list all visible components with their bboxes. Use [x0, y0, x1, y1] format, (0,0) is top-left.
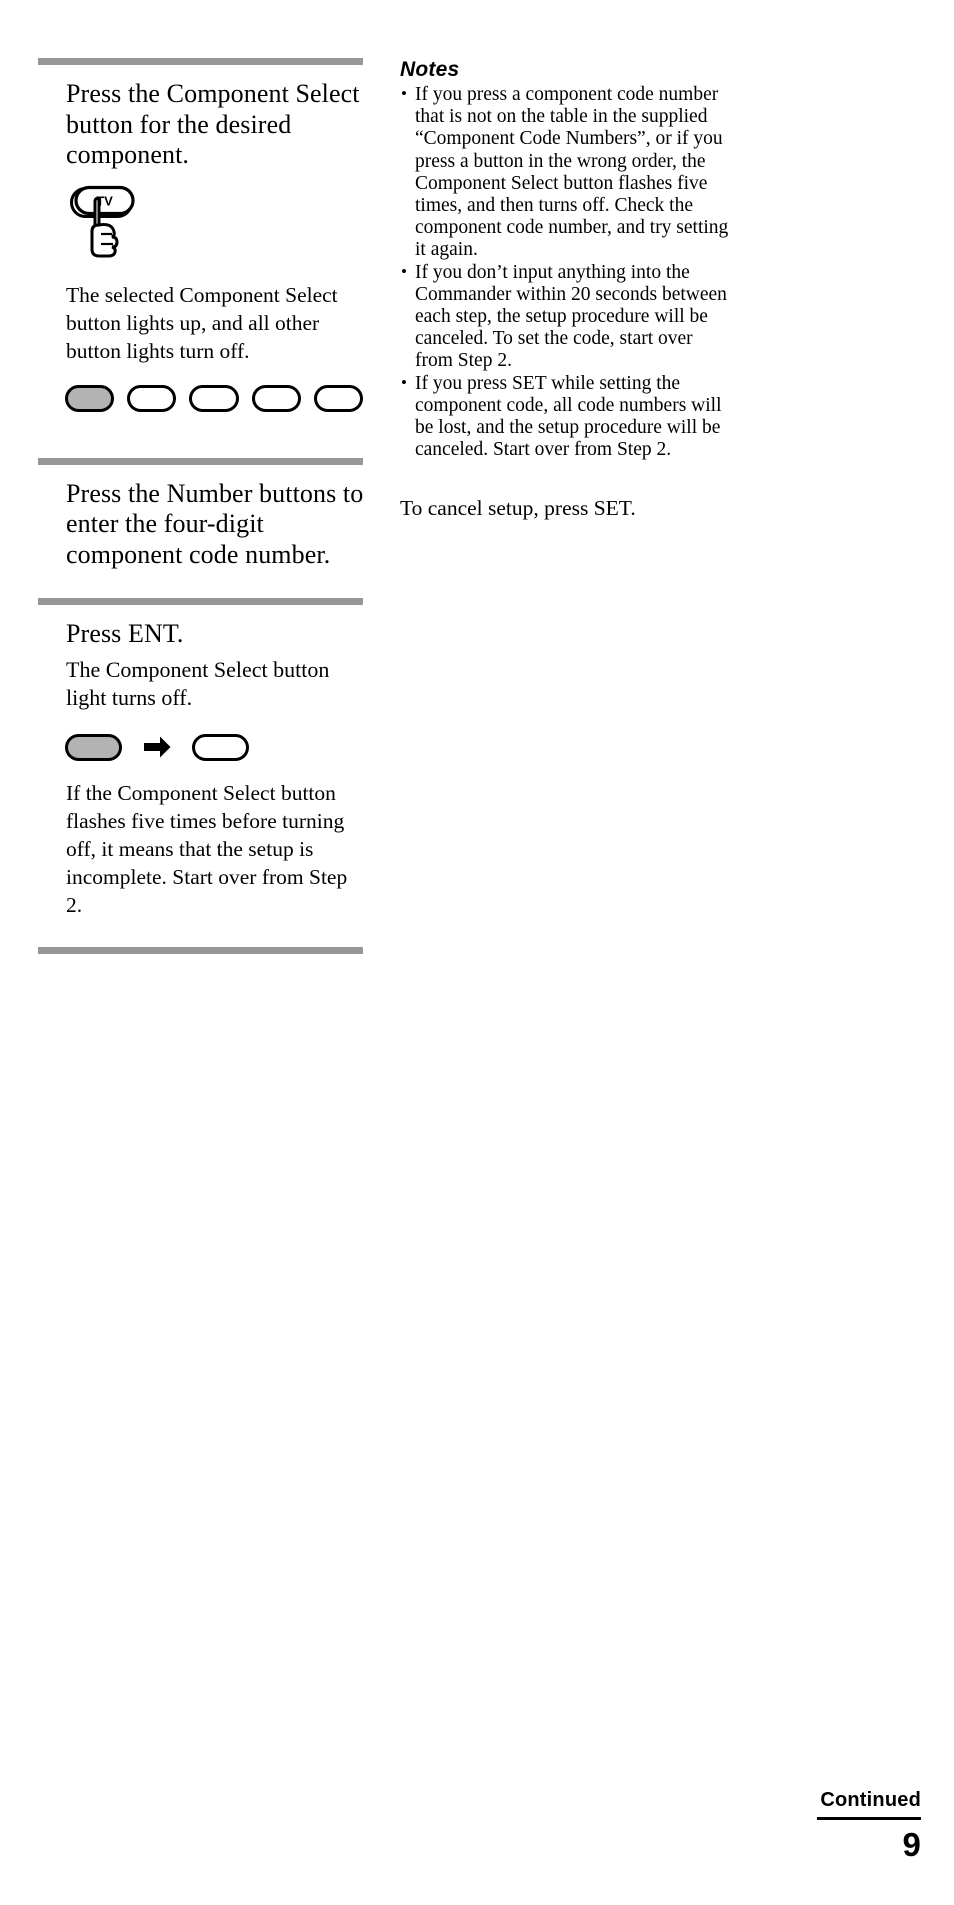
step-ent-body: The Component Select button light turns …: [66, 656, 330, 710]
step-component-select: Press the Component Select button for th…: [38, 79, 364, 458]
page-footer: Continued 9: [817, 1789, 921, 1864]
button-state-sequence: [65, 733, 363, 761]
note-item-1: If you press a component code number tha…: [400, 83, 730, 262]
step-component-select-body: The selected Component Select button lig…: [66, 282, 338, 363]
component-button-1-lit: [65, 384, 115, 412]
notes-column: Notes If you press a component code numb…: [400, 58, 730, 522]
step-ent-note: If the Component Select button flashes f…: [66, 780, 348, 917]
notes-heading: Notes: [400, 58, 460, 81]
arrow-right-icon: [142, 734, 172, 760]
section-divider-bottom: [38, 946, 363, 954]
step-ent: Press ENT. The Component Select button l…: [38, 619, 363, 947]
step-number-buttons: Press the Number buttons to enter the fo…: [38, 479, 363, 599]
component-button-5: [313, 384, 364, 412]
step-component-select-heading: Press the Component Select button for th…: [66, 79, 360, 169]
tv-button-hand-icon: TV: [70, 185, 135, 257]
continued-underline: [817, 1816, 921, 1820]
tv-button-press-figure: TV: [68, 185, 188, 263]
step-number-buttons-heading: Press the Number buttons to enter the fo…: [66, 478, 364, 569]
section-divider-top: [38, 58, 363, 65]
section-divider-step3: [38, 598, 363, 605]
page-number: 9: [902, 1826, 921, 1863]
sequence-button-off: [192, 733, 249, 761]
component-button-3: [189, 384, 239, 412]
manual-page: Press the Component Select button for th…: [0, 0, 954, 1905]
notes-list: If you press a component code number tha…: [400, 83, 730, 462]
step-ent-heading: Press ENT.: [66, 619, 184, 648]
sequence-button-lit: [65, 733, 122, 761]
note-item-2: If you don’t input anything into the Com…: [400, 261, 730, 373]
component-select-button-row: [65, 384, 364, 412]
component-button-2: [127, 384, 177, 412]
section-divider-step2: [38, 457, 363, 465]
component-button-4: [251, 384, 301, 412]
cancel-setup-text: To cancel setup, press SET.: [400, 496, 636, 521]
continued-label: Continued: [820, 1788, 921, 1811]
instruction-column: Press the Component Select button for th…: [38, 58, 363, 954]
note-item-3: If you press SET while setting the compo…: [400, 372, 730, 462]
